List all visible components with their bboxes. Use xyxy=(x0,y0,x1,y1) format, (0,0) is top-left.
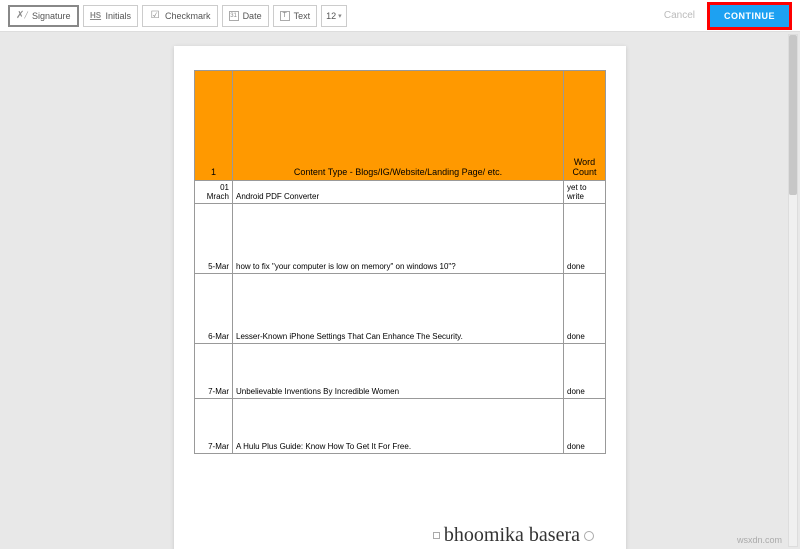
cancel-button[interactable]: Cancel xyxy=(664,10,695,21)
scrollbar-thumb[interactable] xyxy=(789,35,797,195)
header-col2: Content Type - Blogs/IG/Website/Landing … xyxy=(233,71,564,181)
table-row: 01 MrachAndroid PDF Converteryet to writ… xyxy=(195,181,606,204)
signature-field[interactable]: bhoomika basera xyxy=(433,524,594,547)
checkmark-tool-button[interactable]: ☑ Checkmark xyxy=(142,5,218,27)
signature-icon: ✗╱ xyxy=(16,10,28,22)
text-tool-button[interactable]: T Text xyxy=(273,5,318,27)
font-size-select[interactable]: 12 ▾ xyxy=(321,5,347,27)
signature-label: Signature xyxy=(32,11,71,21)
date-tool-button[interactable]: 31 Date xyxy=(222,5,269,27)
signature-handle-icon xyxy=(433,532,440,539)
table-row: 7-MarA Hulu Plus Guide: Know How To Get … xyxy=(195,399,606,454)
cell-status: yet to write xyxy=(564,181,606,204)
document-page[interactable]: 1 Content Type - Blogs/IG/Website/Landin… xyxy=(174,46,626,549)
cell-date: 7-Mar xyxy=(195,399,233,454)
cell-status: done xyxy=(564,274,606,344)
header-col1: 1 xyxy=(195,71,233,181)
signature-tool-button[interactable]: ✗╱ Signature xyxy=(8,5,79,27)
initials-label: Initials xyxy=(106,11,132,21)
text-icon: T xyxy=(280,11,290,21)
cell-date: 5-Mar xyxy=(195,204,233,274)
cell-content: Lesser-Known iPhone Settings That Can En… xyxy=(233,274,564,344)
watermark: wsxdn.com xyxy=(737,535,782,545)
cell-status: done xyxy=(564,399,606,454)
cell-status: done xyxy=(564,204,606,274)
table-header-row: 1 Content Type - Blogs/IG/Website/Landin… xyxy=(195,71,606,181)
cell-content: Android PDF Converter xyxy=(233,181,564,204)
continue-button[interactable]: CONTINUE xyxy=(707,2,792,30)
header-col3: Word Count xyxy=(564,71,606,181)
initials-tool-button[interactable]: HS Initials xyxy=(83,5,139,27)
cell-content: Unbelievable Inventions By Incredible Wo… xyxy=(233,344,564,399)
document-workspace: 1 Content Type - Blogs/IG/Website/Landin… xyxy=(0,32,800,549)
cell-date: 7-Mar xyxy=(195,344,233,399)
checkmark-label: Checkmark xyxy=(165,11,211,21)
cell-content: how to fix "your computer is low on memo… xyxy=(233,204,564,274)
cell-date: 6-Mar xyxy=(195,274,233,344)
date-label: Date xyxy=(243,11,262,21)
table-row: 5-Marhow to fix "your computer is low on… xyxy=(195,204,606,274)
cell-content: A Hulu Plus Guide: Know How To Get It Fo… xyxy=(233,399,564,454)
content-table: 1 Content Type - Blogs/IG/Website/Landin… xyxy=(194,70,606,454)
cell-date: 01 Mrach xyxy=(195,181,233,204)
date-icon: 31 xyxy=(229,11,239,21)
table-row: 6-MarLesser-Known iPhone Settings That C… xyxy=(195,274,606,344)
cell-status: done xyxy=(564,344,606,399)
top-toolbar: ✗╱ Signature HS Initials ☑ Checkmark 31 … xyxy=(0,0,800,32)
initials-icon: HS xyxy=(90,10,102,22)
table-row: 7-MarUnbelievable Inventions By Incredib… xyxy=(195,344,606,399)
signature-text: bhoomika basera xyxy=(444,524,580,547)
checkmark-icon: ☑ xyxy=(149,10,161,22)
chevron-down-icon: ▾ xyxy=(338,12,342,20)
font-size-value: 12 xyxy=(326,11,336,21)
text-label: Text xyxy=(294,11,311,21)
vertical-scrollbar[interactable] xyxy=(788,34,798,547)
signature-delete-icon[interactable] xyxy=(584,531,594,541)
